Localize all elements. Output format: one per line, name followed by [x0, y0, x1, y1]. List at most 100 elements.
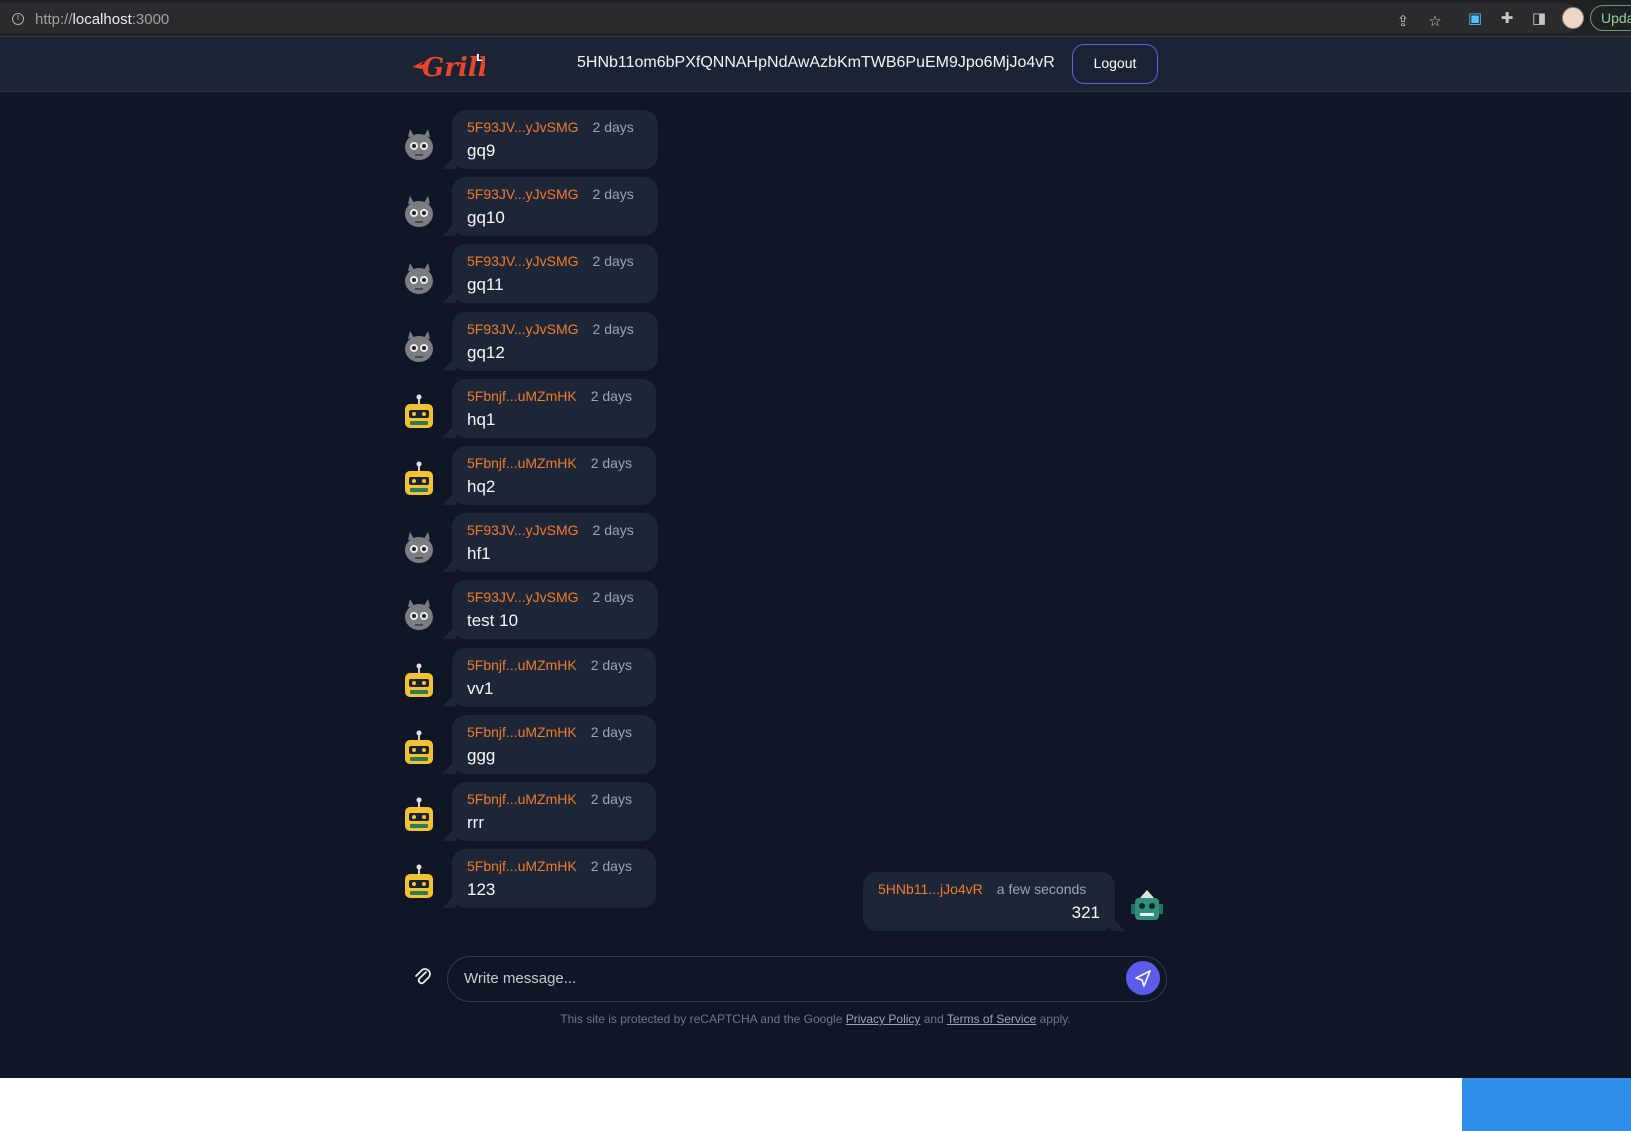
- message-bubble[interactable]: 5Fbnjf...uMZmHK 2 days rrr: [452, 782, 656, 841]
- logout-button[interactable]: Logout: [1072, 44, 1158, 84]
- message-text: rrr: [467, 813, 484, 832]
- message-bubble[interactable]: 5F93JV...yJvSMG 2 days hf1: [452, 513, 658, 573]
- message-meta: 5Fbnjf...uMZmHK 2 days: [467, 455, 632, 471]
- message-time: 2 days: [592, 589, 634, 606]
- update-button[interactable]: Upda: [1590, 5, 1631, 31]
- message-author[interactable]: 5Fbnjf...uMZmHK: [467, 455, 577, 471]
- gray-bot-avatar[interactable]: [400, 192, 438, 230]
- message-author[interactable]: 5F93JV...yJvSMG: [467, 253, 579, 269]
- chat-message: 5Fbnjf...uMZmHK 2 days 123: [400, 849, 660, 911]
- message-author[interactable]: 5Fbnjf...uMZmHK: [467, 388, 577, 404]
- extensions-icon[interactable]: ✚: [1498, 9, 1516, 27]
- message-bubble[interactable]: 5F93JV...yJvSMG 2 days test 10: [452, 580, 658, 640]
- gray-bot-avatar[interactable]: [400, 125, 438, 163]
- site-info-icon[interactable]: i: [12, 13, 24, 25]
- message-time: 2 days: [590, 387, 632, 404]
- message-text: test 10: [467, 611, 519, 631]
- url-scheme: http://: [35, 11, 73, 28]
- chat-message: 5F93JV...yJvSMG 2 days gq9: [400, 110, 660, 172]
- message-text: vv1: [467, 678, 494, 698]
- message-bubble[interactable]: 5Fbnjf...uMZmHK 2 days 123: [452, 849, 656, 909]
- page-bottom-blue-block: [1462, 1078, 1631, 1131]
- bookmark-star-icon[interactable]: ☆: [1426, 12, 1444, 30]
- yellow-bot-avatar[interactable]: [400, 663, 438, 701]
- message-bubble[interactable]: 5F93JV...yJvSMG 2 days gq11: [452, 244, 658, 304]
- message-bubble[interactable]: 5F93JV...yJvSMG 2 days gq9: [452, 110, 658, 169]
- chat-message: 5Fbnjf...uMZmHK 2 days ggg: [400, 714, 660, 777]
- chat-message: 5Fbnjf...uMZmHK 2 days hq1: [400, 378, 660, 441]
- gray-bot-avatar[interactable]: [400, 259, 438, 297]
- message-bubble[interactable]: 5F93JV...yJvSMG 2 days gq10: [452, 177, 658, 237]
- save-extension-icon[interactable]: ▣: [1466, 9, 1484, 27]
- attach-icon[interactable]: [412, 967, 434, 989]
- message-text: gq11: [467, 275, 504, 295]
- message-time: 2 days: [590, 858, 632, 875]
- message-author[interactable]: 5F93JV...yJvSMG: [467, 522, 579, 538]
- url-text[interactable]: http://localhost:3000: [35, 11, 169, 28]
- message-meta: 5Fbnjf...uMZmHK 2 days: [467, 657, 632, 673]
- message-input[interactable]: Write message...: [447, 956, 1167, 1002]
- message-bubble[interactable]: 5HNb11...jJo4vR a few seconds 321: [863, 872, 1115, 931]
- chat-message: 5Fbnjf...uMZmHK 2 days rrr: [400, 782, 660, 844]
- share-icon[interactable]: ⇪: [1394, 12, 1412, 30]
- yellow-bot-avatar[interactable]: [400, 864, 438, 902]
- address-bar[interactable]: i http://localhost:3000 ⇪ ☆: [0, 3, 1580, 33]
- chat-message: 5Fbnjf...uMZmHK 2 days hq2: [400, 446, 660, 508]
- send-icon: [1135, 970, 1151, 987]
- send-button[interactable]: [1126, 961, 1160, 995]
- chat-message: 5F93JV...yJvSMG 2 days gq11: [400, 244, 660, 306]
- account-address: 5HNb11om6bPXfQNNAHpNdAwAzbKmTWB6PuEM9Jpo…: [577, 54, 1055, 71]
- message-bubble[interactable]: 5Fbnjf...uMZmHK 2 days hq1: [452, 378, 656, 438]
- svg-text:L: L: [476, 53, 483, 64]
- yellow-bot-avatar[interactable]: [400, 394, 438, 432]
- chat-message: 5F93JV...yJvSMG 2 days test 10: [400, 580, 660, 642]
- message-time: 2 days: [592, 119, 634, 135]
- message-author[interactable]: 5HNb11...jJo4vR: [878, 881, 983, 897]
- message-time: 2 days: [592, 253, 634, 270]
- chat-message: 5F93JV...yJvSMG 2 days gq12: [400, 311, 660, 374]
- chat-message: 5F93JV...yJvSMG 2 days hf1: [400, 513, 660, 575]
- terms-of-service-link[interactable]: Terms of Service: [947, 1012, 1036, 1026]
- chat-message: 5F93JV...yJvSMG 2 days gq10: [400, 177, 660, 239]
- message-author[interactable]: 5Fbnjf...uMZmHK: [467, 724, 577, 740]
- yellow-bot-avatar[interactable]: [400, 797, 438, 835]
- browser-toolbar: i http://localhost:3000 ⇪ ☆ ▣ ✚ ◨ Upda: [0, 0, 1631, 37]
- message-author[interactable]: 5F93JV...yJvSMG: [467, 119, 579, 135]
- privacy-policy-link[interactable]: Privacy Policy: [846, 1012, 921, 1026]
- chat-message: 5Fbnjf...uMZmHK 2 days vv1: [400, 647, 660, 710]
- message-time: 2 days: [592, 320, 634, 337]
- message-text: gq12: [467, 342, 505, 362]
- side-panel-icon[interactable]: ◨: [1530, 9, 1548, 27]
- message-author[interactable]: 5Fbnjf...uMZmHK: [467, 858, 577, 874]
- green-bot-avatar[interactable]: [1128, 888, 1166, 926]
- message-bubble[interactable]: 5F93JV...yJvSMG 2 days gq12: [452, 311, 658, 371]
- message-time: 2 days: [590, 455, 632, 471]
- message-bubble[interactable]: 5Fbnjf...uMZmHK 2 days hq2: [452, 446, 656, 505]
- message-meta: 5F93JV...yJvSMG 2 days: [467, 119, 634, 135]
- recaptcha-notice: This site is protected by reCAPTCHA and …: [0, 1012, 1631, 1026]
- yellow-bot-avatar[interactable]: [400, 730, 438, 768]
- app-header: Grill L 5HNb11om6bPXfQNNAHpNdAwAzbKmTWB6…: [0, 37, 1631, 92]
- message-composer: Write message...: [400, 955, 1168, 1003]
- message-meta: 5F93JV...yJvSMG 2 days: [467, 186, 634, 202]
- recaptcha-suffix: apply.: [1039, 1012, 1071, 1026]
- yellow-bot-avatar[interactable]: [400, 461, 438, 499]
- profile-avatar[interactable]: [1562, 7, 1584, 29]
- message-bubble[interactable]: 5Fbnjf...uMZmHK 2 days ggg: [452, 714, 656, 774]
- recaptcha-text: This site is protected by reCAPTCHA and …: [560, 1012, 843, 1026]
- chat-app: Grill L 5HNb11om6bPXfQNNAHpNdAwAzbKmTWB6…: [0, 37, 1631, 1078]
- message-time: 2 days: [592, 522, 634, 539]
- grill-logo[interactable]: Grill L: [410, 49, 485, 81]
- gray-bot-avatar[interactable]: [400, 528, 438, 566]
- gray-bot-avatar[interactable]: [400, 327, 438, 365]
- message-bubble[interactable]: 5Fbnjf...uMZmHK 2 days vv1: [452, 647, 656, 707]
- message-meta: 5F93JV...yJvSMG 2 days: [467, 522, 634, 538]
- message-author[interactable]: 5F93JV...yJvSMG: [467, 589, 579, 605]
- message-author[interactable]: 5Fbnjf...uMZmHK: [467, 657, 577, 673]
- message-author[interactable]: 5F93JV...yJvSMG: [467, 321, 579, 337]
- message-author[interactable]: 5Fbnjf...uMZmHK: [467, 791, 577, 807]
- message-meta: 5Fbnjf...uMZmHK 2 days: [467, 791, 632, 807]
- gray-bot-avatar[interactable]: [400, 595, 438, 633]
- message-text: 123: [467, 880, 496, 900]
- message-author[interactable]: 5F93JV...yJvSMG: [467, 186, 579, 202]
